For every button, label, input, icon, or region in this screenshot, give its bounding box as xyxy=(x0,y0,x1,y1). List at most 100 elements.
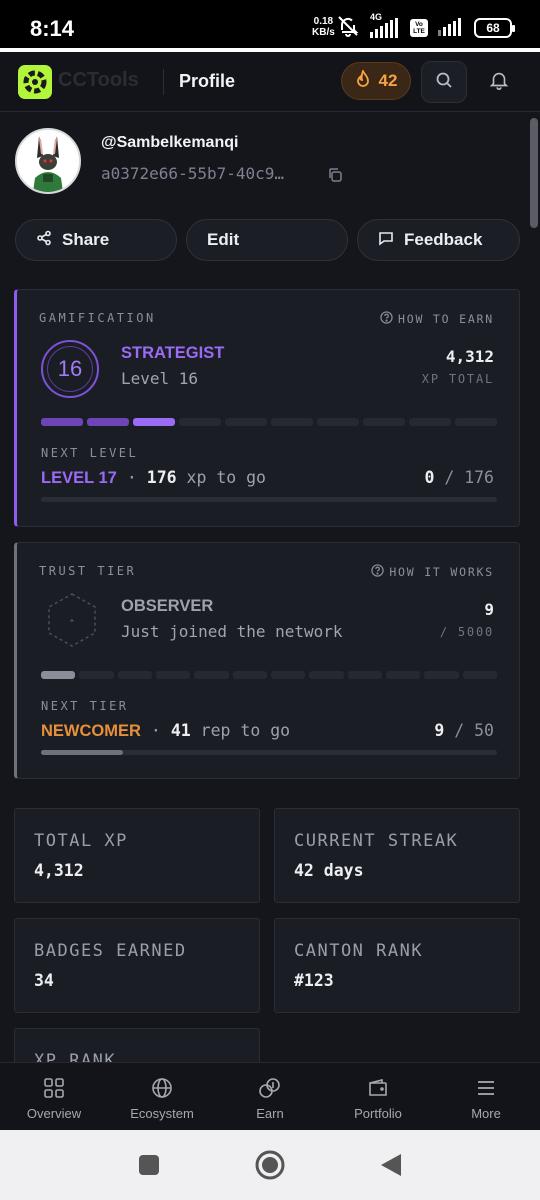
progress-segment xyxy=(309,671,344,679)
speed-unit: KB/s xyxy=(312,27,335,38)
profile-actions: Share Edit Feedback xyxy=(15,219,520,261)
progress-segment xyxy=(424,671,459,679)
how-to-earn-link[interactable]: HOW TO EARN xyxy=(380,311,494,327)
notifications-button[interactable] xyxy=(476,61,522,103)
coins-icon xyxy=(258,1077,282,1102)
progress-segment xyxy=(133,418,175,426)
stat-value: #123 xyxy=(294,971,334,990)
brand-name: CCTools xyxy=(58,69,139,91)
progress-segment xyxy=(117,671,152,679)
level-badge: 16 xyxy=(41,340,99,398)
copy-icon[interactable] xyxy=(327,167,343,188)
separator-dot: · xyxy=(126,468,137,487)
gamification-card: GAMIFICATION HOW TO EARN 16 STRATEGIST L… xyxy=(14,289,520,527)
edit-button[interactable]: Edit xyxy=(186,219,348,261)
rep-to-go-text: rep to go xyxy=(200,721,291,740)
home-button[interactable] xyxy=(254,1149,286,1186)
xp-to-go-text: xp to go xyxy=(186,468,266,487)
trust-kicker: TRUST TIER xyxy=(39,564,137,578)
progress-segment xyxy=(409,418,451,426)
progress-segment xyxy=(317,418,359,426)
tier-progress-bar xyxy=(41,750,497,755)
nav-label: Ecosystem xyxy=(130,1106,194,1121)
globe-icon xyxy=(151,1077,173,1102)
nav-more[interactable]: More xyxy=(432,1063,540,1131)
separator-dot: · xyxy=(150,721,161,740)
share-button[interactable]: Share xyxy=(15,219,177,261)
tier-progress-fraction: 9 / 50 xyxy=(434,721,494,740)
message-icon xyxy=(378,230,394,251)
trust-tier-name: OBSERVER xyxy=(121,597,214,615)
search-button[interactable] xyxy=(421,61,467,103)
next-tier-info: NEWCOMER · 41 rep to go xyxy=(41,721,290,741)
nav-label: Earn xyxy=(256,1106,284,1121)
volte-badge: Vo LTE xyxy=(410,19,428,37)
stat-value: 34 xyxy=(34,971,54,990)
xp-to-go-amount: 176 xyxy=(146,468,177,487)
stat-value: 42 days xyxy=(294,861,364,880)
bottom-navigation: Overview Ecosystem Earn Portfolio More xyxy=(0,1062,540,1130)
page-title: Profile xyxy=(179,71,236,91)
streak-count: 42 xyxy=(378,71,398,90)
tier-progress-fill xyxy=(41,750,124,755)
progress-segment xyxy=(271,418,313,426)
next-level-label: NEXT LEVEL xyxy=(41,446,139,460)
grid-icon xyxy=(43,1077,65,1102)
progress-segment xyxy=(194,671,229,679)
how-it-works-link[interactable]: HOW IT WORKS xyxy=(371,564,494,580)
share-icon xyxy=(36,230,52,251)
tier-progress-current: 9 xyxy=(434,721,445,740)
search-icon xyxy=(435,71,453,94)
scrollbar[interactable] xyxy=(530,118,538,228)
edit-label: Edit xyxy=(207,230,240,249)
signal-4g-icon: 4G xyxy=(370,12,400,38)
level-tier-name: STRATEGIST xyxy=(121,344,225,362)
progress-segment xyxy=(347,671,382,679)
flame-icon xyxy=(355,67,371,93)
stat-label: BADGES EARNED xyxy=(34,941,187,961)
trust-tier-subtitle: Just joined the network xyxy=(121,622,343,641)
next-level-name: LEVEL 17 xyxy=(41,469,117,487)
avatar[interactable] xyxy=(15,128,81,194)
streak-badge[interactable]: 42 xyxy=(341,62,411,100)
next-tier-label: NEXT TIER xyxy=(41,699,129,713)
share-label: Share xyxy=(62,230,110,249)
stat-total-xp: TOTAL XP 4,312 xyxy=(14,808,260,903)
help-icon xyxy=(371,564,384,580)
trust-progress-segments xyxy=(41,671,497,679)
stat-badges-earned: BADGES EARNED 34 xyxy=(14,918,260,1013)
nav-overview[interactable]: Overview xyxy=(0,1063,108,1131)
tier-progress-max: 50 xyxy=(474,721,494,740)
nav-earn[interactable]: Earn xyxy=(216,1063,324,1131)
gamification-kicker: GAMIFICATION xyxy=(39,311,156,325)
progress-segment xyxy=(462,671,497,679)
system-navigation xyxy=(0,1130,540,1200)
nav-label: Portfolio xyxy=(354,1106,402,1121)
feedback-button[interactable]: Feedback xyxy=(357,219,520,261)
how-it-works-label: HOW IT WORKS xyxy=(389,565,494,579)
how-to-earn-label: HOW TO EARN xyxy=(398,312,494,326)
level-progress-max: 176 xyxy=(464,468,494,487)
progress-segment xyxy=(179,418,221,426)
user-id: a0372e66-55b7-40c9… xyxy=(101,164,285,183)
stat-label: TOTAL XP xyxy=(34,831,128,851)
nav-label: Overview xyxy=(26,1106,82,1121)
nav-portfolio[interactable]: Portfolio xyxy=(324,1063,432,1131)
recents-button[interactable] xyxy=(138,1154,160,1181)
level-label: Level 16 xyxy=(121,369,199,388)
progress-segment xyxy=(363,418,405,426)
progress-segment xyxy=(41,418,83,426)
progress-segment xyxy=(455,418,497,426)
app-header: CCTools Profile 42 xyxy=(0,52,540,112)
back-button[interactable] xyxy=(379,1152,403,1183)
stat-current-streak: CURRENT STREAK 42 days xyxy=(274,808,520,903)
level-progress-bar xyxy=(41,497,497,502)
next-tier-name: NEWCOMER xyxy=(41,722,141,740)
stat-label: CANTON RANK xyxy=(294,941,424,961)
level-progress-current: 0 xyxy=(424,468,435,487)
fraction-separator: / xyxy=(444,468,455,487)
level-progress-fraction: 0 / 176 xyxy=(424,468,494,487)
app-logo[interactable] xyxy=(18,65,52,99)
nav-ecosystem[interactable]: Ecosystem xyxy=(108,1063,216,1131)
level-number: 16 xyxy=(47,346,93,392)
